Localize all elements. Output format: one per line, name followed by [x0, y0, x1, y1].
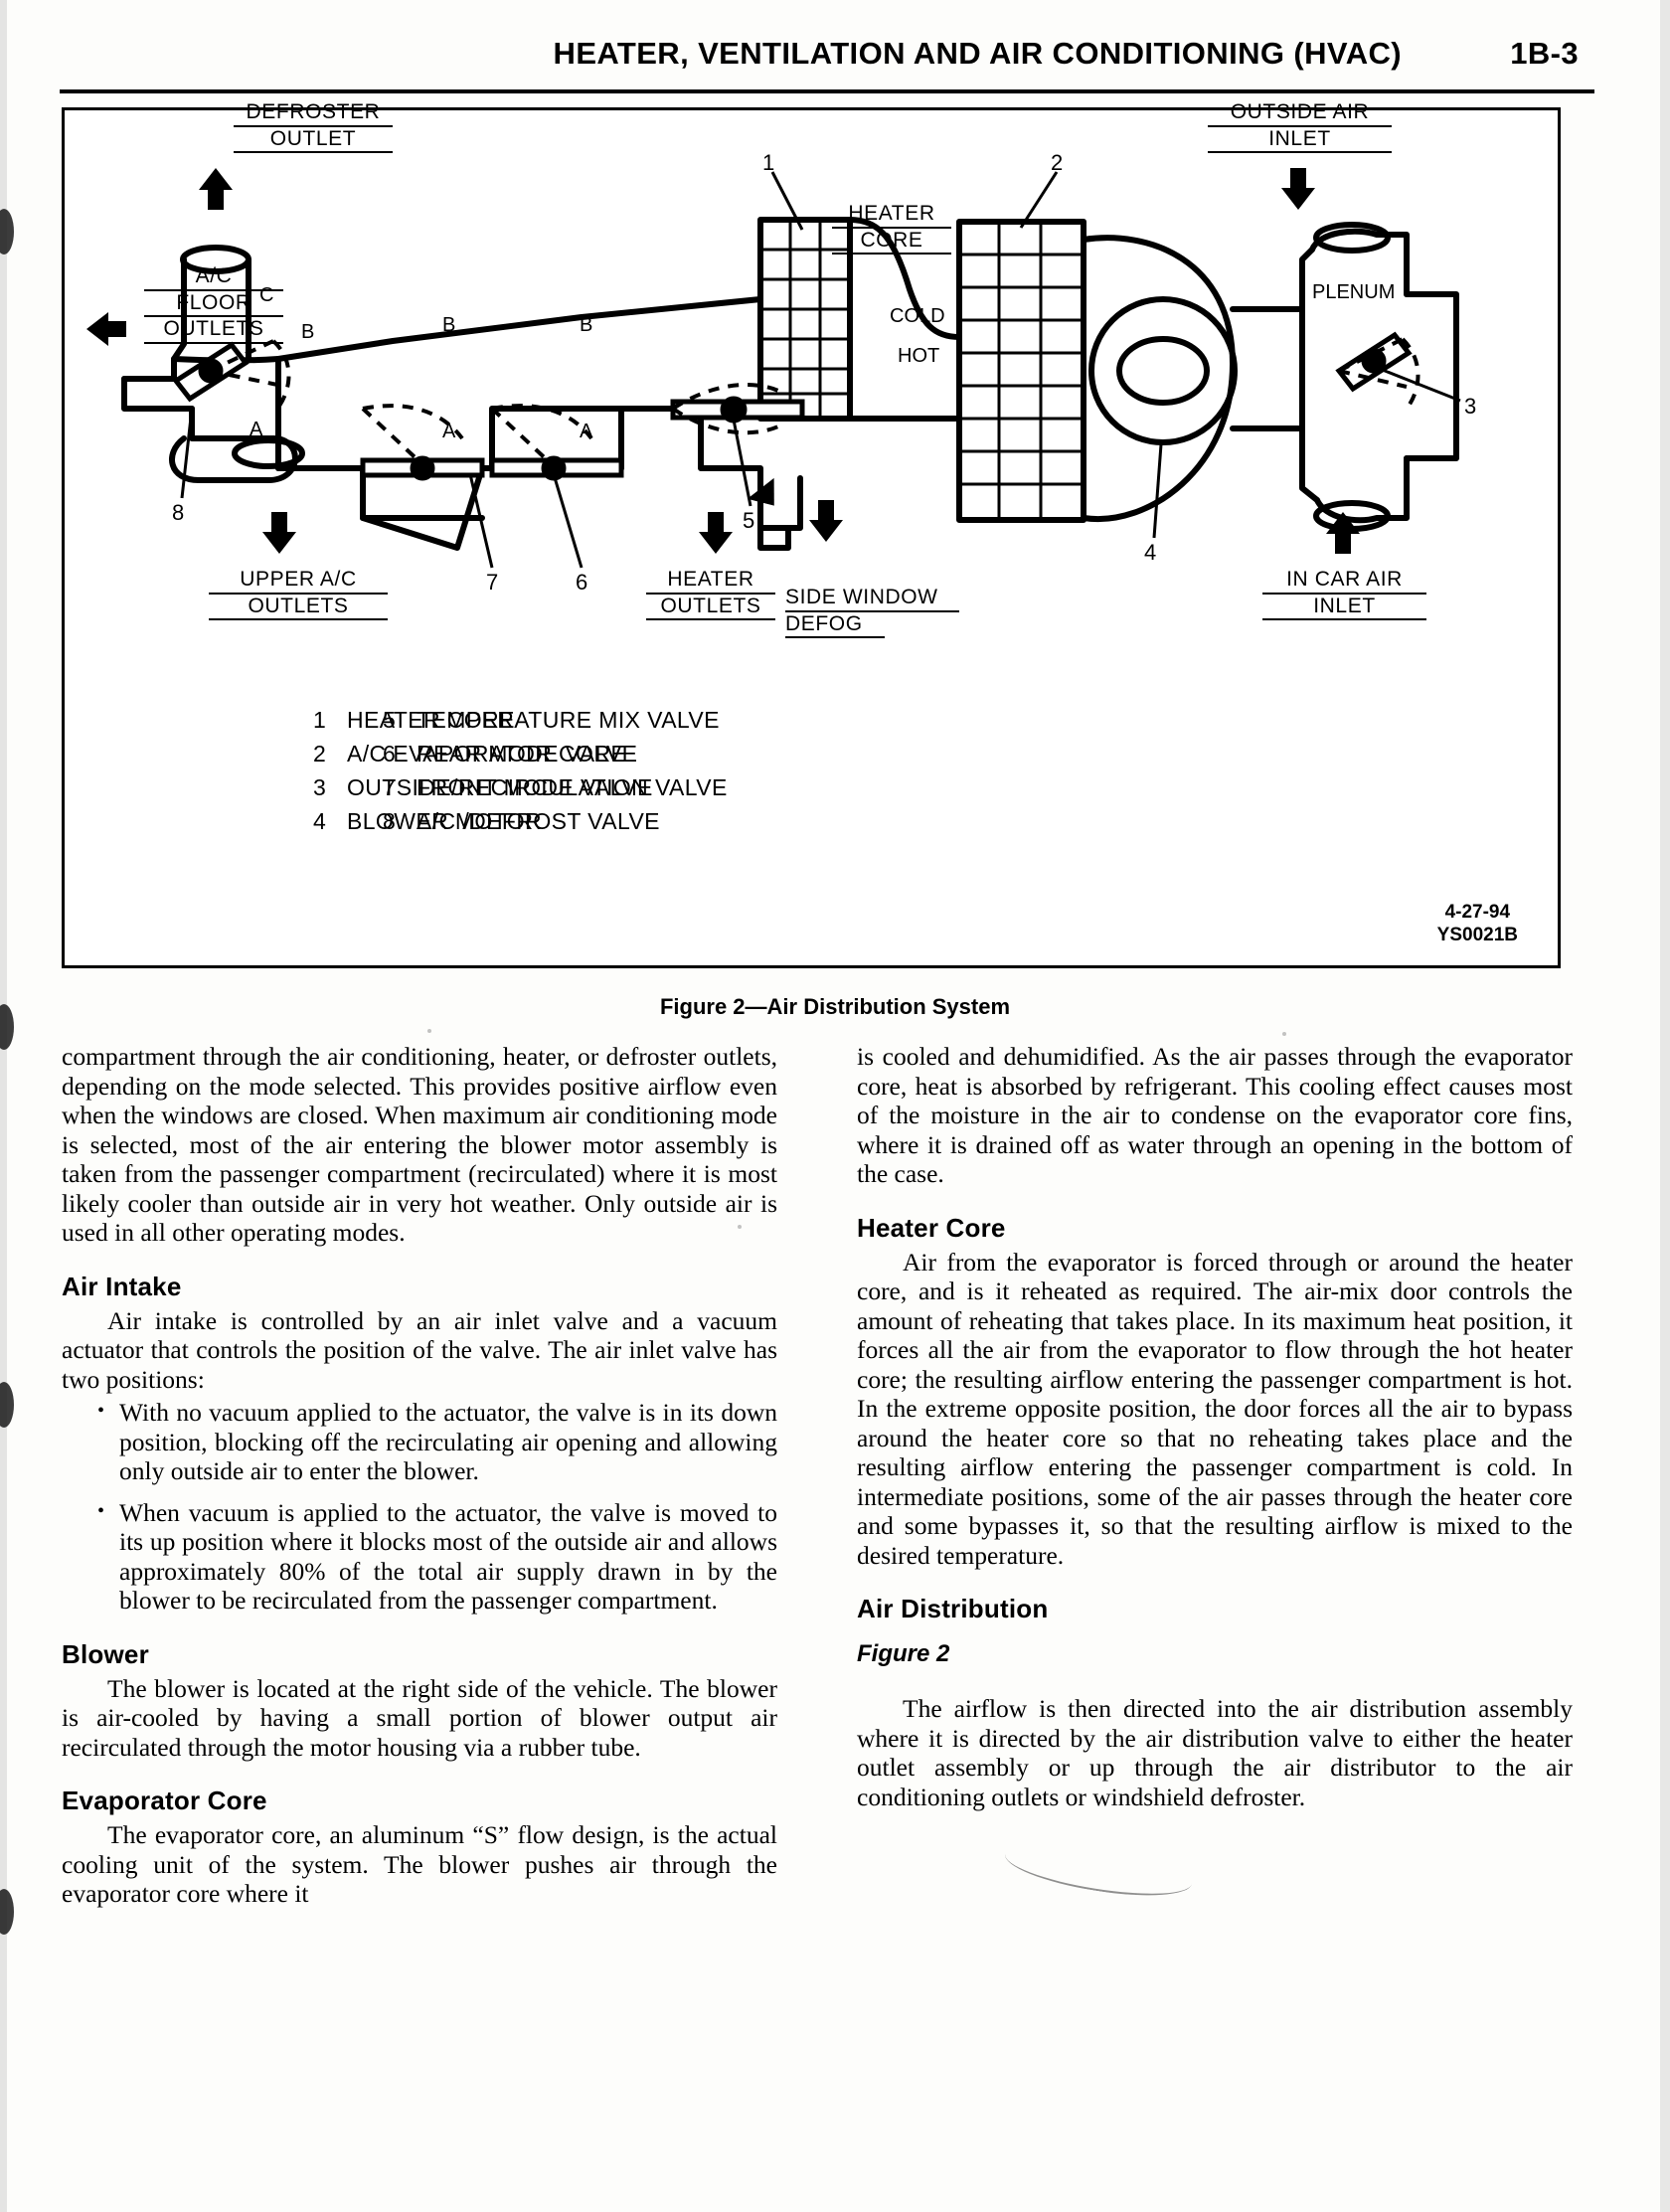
scan-edge-left — [0, 0, 7, 2212]
scan-edge-right — [1660, 0, 1670, 2212]
legend-column-right: 5 TEMPERATURE MIX VALVE 6 REAR MODE VALVE … — [383, 707, 900, 842]
scan-speck — [427, 1029, 431, 1033]
scan-speck — [1282, 1032, 1286, 1036]
paragraph-evaporator-core: The evaporator core, an aluminum “S” flo… — [62, 1820, 777, 1908]
heading-evaporator-core: Evaporator Core — [62, 1786, 267, 1815]
binder-hole — [0, 1889, 14, 1935]
valve-letter-b: B — [442, 314, 456, 336]
legend-number: 5 — [383, 707, 397, 733]
right-column: is cooled and dehumidified. As the air p… — [857, 1042, 1573, 1811]
paragraph-blower: The blower is located at the right side … — [62, 1673, 777, 1762]
legend-item: 5 TEMPERATURE MIX VALVE — [383, 707, 900, 741]
figure-air-distribution-diagram: DEFROSTER OUTLET OUTSIDE AIR INLET PLENU… — [62, 100, 1561, 968]
heading-blower: Blower — [62, 1638, 149, 1669]
heading-air-intake: Air Intake — [62, 1271, 182, 1301]
legend-number: 6 — [383, 741, 397, 766]
callout-heater-outlets: HEATER OUTLETS — [646, 568, 775, 621]
scan-pencil-mark — [1001, 1832, 1196, 1906]
heading-air-distribution: Air Distribution — [857, 1594, 1049, 1623]
legend-item: 7 FRONT MODE VALVE — [383, 774, 900, 808]
valve-letter-a: A — [250, 419, 263, 440]
legend-label: TEMPERATURE MIX VALVE — [417, 707, 720, 733]
index-number-4: 4 — [1144, 540, 1157, 565]
list-item: When vacuum is applied to the actuator, … — [97, 1497, 777, 1616]
legend-number: 7 — [383, 774, 397, 800]
legend-label: A/C /DEFROST VALVE — [417, 808, 660, 834]
figure-stamp: 4-27-94 YS0021B — [1437, 901, 1518, 948]
legend-number: 4 — [313, 808, 327, 834]
legend-number: 3 — [313, 774, 327, 800]
valve-letter-a: A — [580, 421, 593, 442]
callout-side-window-defog: SIDE WINDOW DEFOG — [785, 586, 959, 639]
paragraph-lead-right: is cooled and dehumidified. As the air p… — [857, 1042, 1573, 1188]
callout-hot: HOT — [898, 345, 940, 367]
callout-plenum: PLENUM — [1312, 281, 1396, 303]
index-number-7: 7 — [486, 570, 499, 595]
legend-item: 6 REAR MODE VALVE — [383, 741, 900, 774]
air-inlet-valve-positions: With no vacuum applied to the actuator, … — [62, 1397, 777, 1616]
page-header: HEATER, VENTILATION AND AIR CONDITIONING… — [60, 30, 1610, 93]
index-number-2: 2 — [1051, 150, 1064, 175]
index-number-3: 3 — [1464, 394, 1477, 419]
figure-reference: Figure 2 — [857, 1640, 950, 1667]
paragraph-heater-core: Air from the evaporator is forced throug… — [857, 1247, 1573, 1570]
binder-hole — [0, 209, 14, 255]
heading-heater-core: Heater Core — [857, 1212, 1006, 1243]
legend-number: 1 — [313, 707, 327, 733]
page-number: 1B-3 — [1510, 36, 1579, 71]
legend-number: 2 — [313, 741, 327, 766]
scan-speck — [738, 1225, 742, 1229]
callout-defroster-outlet: DEFROSTER OUTLET — [234, 100, 393, 154]
callout-upper-ac-outlets: UPPER A/C OUTLETS — [209, 568, 388, 621]
index-number-6: 6 — [576, 570, 588, 595]
stamp-date: 4-27-94 — [1444, 901, 1511, 923]
list-item: With no vacuum applied to the actuator, … — [97, 1397, 777, 1486]
left-column: compartment through the air conditioning… — [62, 1042, 777, 1909]
index-number-8: 8 — [172, 500, 185, 525]
callout-heater-core: HEATER CORE — [832, 202, 951, 255]
paragraph-air-distribution: The airflow is then directed into the ai… — [857, 1694, 1573, 1811]
figure-caption: Figure 2—Air Distribution System — [659, 994, 1011, 1019]
index-number-1: 1 — [762, 150, 775, 175]
valve-letter-c: C — [259, 284, 274, 306]
callout-in-car-air-inlet: IN CAR AIR INLET — [1262, 568, 1426, 621]
valve-letter-b: B — [580, 314, 593, 336]
legend-number: 8 — [383, 808, 397, 834]
stamp-code: YS0021B — [1436, 925, 1518, 946]
callout-cold: COLD — [890, 305, 945, 327]
legend-label: FRONT MODE VALVE — [417, 774, 653, 800]
paragraph-lead-left: compartment through the air conditioning… — [62, 1042, 777, 1247]
legend-label: REAR MODE VALVE — [417, 741, 638, 766]
binder-hole — [0, 1382, 14, 1428]
header-rule — [60, 89, 1594, 93]
callout-outside-air-inlet: OUTSIDE AIR INLET — [1208, 100, 1392, 154]
valve-letter-b: B — [301, 321, 315, 343]
page-title: HEATER, VENTILATION AND AIR CONDITIONING… — [553, 36, 1402, 71]
legend-item: 8 A/C /DEFROST VALVE — [383, 808, 900, 842]
valve-letter-a: A — [442, 421, 456, 442]
paragraph-air-intake: Air intake is controlled by an air inlet… — [62, 1305, 777, 1394]
index-number-5: 5 — [743, 508, 755, 533]
